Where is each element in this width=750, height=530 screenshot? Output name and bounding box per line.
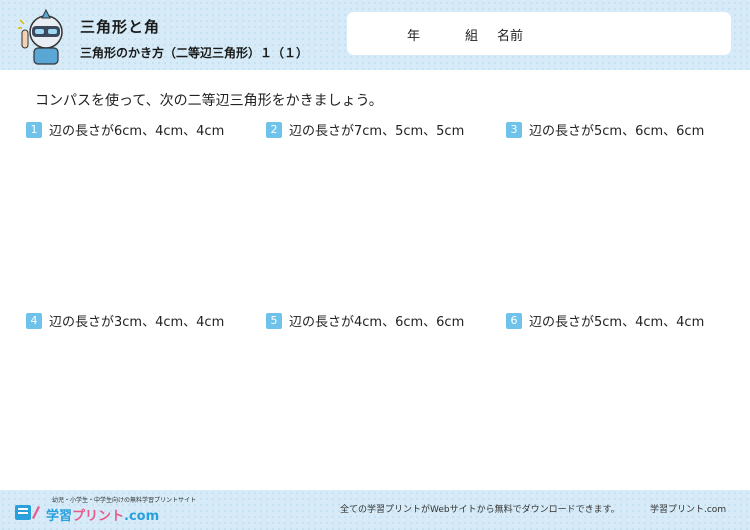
name-box: 年 組 名前: [347, 12, 731, 55]
year-label: 年: [407, 29, 421, 44]
problem-text: 辺の長さが5cm、4cm、4cm: [529, 315, 705, 330]
logo-text: 学習プリント.com: [46, 509, 160, 524]
logo-tagline: 幼児・小学生・中学生向けの無料学習プリントサイト: [52, 497, 197, 504]
page-footer: 幼児・小学生・中学生向けの無料学習プリントサイト 学習プリント.com 全ての学…: [0, 490, 750, 530]
footer-brand[interactable]: 学習プリント.com: [650, 502, 726, 515]
name-label: 名前: [497, 29, 524, 44]
class-label: 組: [465, 29, 479, 44]
instruction-text: コンパスを使って、次の二等辺三角形をかきましょう。: [35, 93, 383, 109]
problem-text: 辺の長さが3cm、4cm、4cm: [49, 315, 225, 330]
problem-text: 辺の長さが6cm、4cm、4cm: [49, 124, 225, 139]
problem-3: 3 辺の長さが5cm、6cm、6cm: [506, 120, 704, 139]
worksheet-title: 三角形と角: [80, 18, 161, 36]
site-logo[interactable]: 幼児・小学生・中学生向けの無料学習プリントサイト 学習プリント.com: [12, 494, 196, 526]
problem-number-badge: 6: [506, 312, 522, 329]
worksheet-subtitle: 三角形のかき方（二等辺三角形）１（１）: [80, 46, 309, 60]
problem-5: 5 辺の長さが4cm、6cm、6cm: [266, 311, 464, 330]
problem-text: 辺の長さが5cm、6cm、6cm: [529, 124, 705, 139]
pencil-notebook-icon: [15, 505, 40, 520]
robot-mascot-icon: [18, 8, 63, 65]
problem-text: 辺の長さが4cm、6cm、6cm: [289, 315, 465, 330]
footer-note: 全ての学習プリントがWebサイトから無料でダウンロードできます。: [340, 505, 620, 515]
problem-1: 1 辺の長さが6cm、4cm、4cm: [26, 120, 224, 139]
problem-6: 6 辺の長さが5cm、4cm、4cm: [506, 311, 704, 330]
problem-2: 2 辺の長さが7cm、5cm、5cm: [266, 120, 464, 139]
problem-number-badge: 5: [266, 312, 282, 329]
page-header: 三角形と角 三角形のかき方（二等辺三角形）１（１） 年 組 名前: [0, 0, 750, 70]
problem-number-badge: 2: [266, 121, 282, 138]
problem-number-badge: 1: [26, 121, 42, 138]
problem-4: 4 辺の長さが3cm、4cm、4cm: [26, 311, 224, 330]
problem-text: 辺の長さが7cm、5cm、5cm: [289, 124, 465, 139]
problem-number-badge: 4: [26, 312, 42, 329]
problem-number-badge: 3: [506, 121, 522, 138]
